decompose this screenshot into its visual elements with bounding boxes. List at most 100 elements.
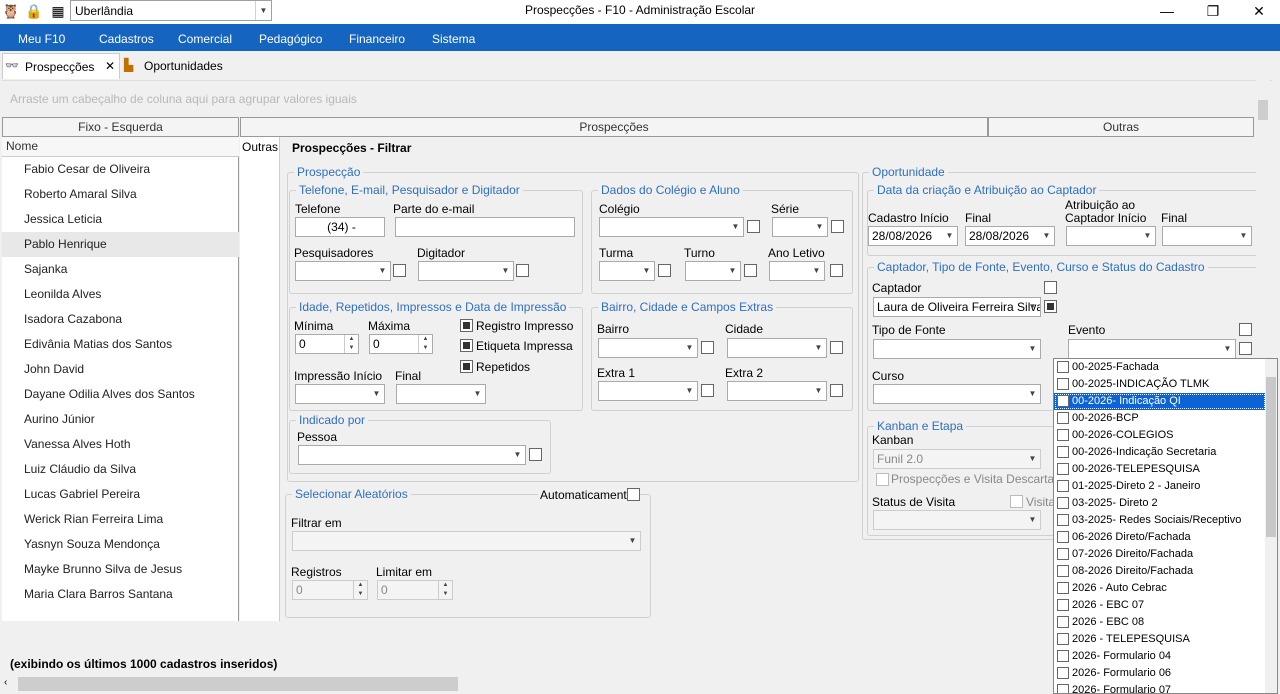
table-row[interactable]: Yasnyn Souza Mendonça bbox=[2, 532, 239, 557]
turno-checkbox[interactable] bbox=[744, 264, 757, 277]
menu-cadastros[interactable]: Cadastros bbox=[99, 32, 154, 46]
curso-select[interactable]: ▼ bbox=[873, 384, 1041, 404]
list-item-checkbox[interactable] bbox=[1057, 446, 1069, 458]
list-item-checkbox[interactable] bbox=[1057, 667, 1069, 679]
serie-checkbox[interactable] bbox=[831, 220, 844, 233]
extra2-select[interactable]: ▼ bbox=[727, 381, 827, 401]
list-item[interactable]: 2026 - Auto Cebrac bbox=[1054, 580, 1266, 597]
chevron-down-icon[interactable]: ▼ bbox=[1220, 340, 1235, 358]
list-item-checkbox[interactable] bbox=[1057, 531, 1069, 543]
tipo-fonte-select[interactable]: ▼ bbox=[873, 339, 1041, 359]
turno-select[interactable]: ▼ bbox=[685, 261, 741, 281]
spinner-arrows-icon[interactable]: ▲ ▼ bbox=[418, 335, 432, 353]
scroll-left-icon[interactable]: ‹ bbox=[4, 677, 7, 688]
list-item-checkbox[interactable] bbox=[1057, 599, 1069, 611]
list-item[interactable]: 00-2025-Fachada bbox=[1054, 359, 1266, 376]
list-item[interactable]: 2026- Formulario 07 bbox=[1054, 682, 1266, 693]
menu-meu-f10[interactable]: Meu F10 bbox=[18, 32, 65, 46]
evento-checkbox-top[interactable] bbox=[1239, 323, 1252, 336]
cadastro-final-date[interactable]: 28/08/2026 ▼ bbox=[965, 226, 1055, 246]
automaticamente-checkbox[interactable] bbox=[627, 488, 640, 501]
list-item-checkbox[interactable] bbox=[1057, 497, 1069, 509]
list-item[interactable]: 07-2026 Direito/Fachada bbox=[1054, 546, 1266, 563]
evento-checkbox[interactable] bbox=[1239, 342, 1252, 355]
scrollbar-thumb[interactable] bbox=[1258, 100, 1268, 120]
cidade-checkbox[interactable] bbox=[830, 341, 843, 354]
maximize-button[interactable]: ❐ bbox=[1190, 0, 1236, 24]
table-row[interactable]: Dayane Odilia Alves dos Santos bbox=[2, 382, 239, 407]
bairro-select[interactable]: ▼ bbox=[598, 338, 698, 358]
list-item-checkbox[interactable] bbox=[1057, 395, 1069, 407]
pessoa-checkbox[interactable] bbox=[529, 448, 542, 461]
list-item[interactable]: 03-2025- Direto 2 bbox=[1054, 495, 1266, 512]
chevron-down-icon[interactable]: ▼ bbox=[470, 385, 485, 403]
list-item-checkbox[interactable] bbox=[1057, 378, 1069, 390]
chevron-down-icon[interactable]: ▼ bbox=[728, 218, 743, 236]
list-item-checkbox[interactable] bbox=[1057, 429, 1069, 441]
list-item[interactable]: 00-2026-BCP bbox=[1054, 410, 1266, 427]
chevron-down-icon[interactable]: ▼ bbox=[942, 227, 957, 245]
outras-column[interactable]: Outras bbox=[240, 137, 280, 621]
chevron-down-icon[interactable]: ▼ bbox=[812, 218, 827, 236]
list-item-checkbox[interactable] bbox=[1057, 548, 1069, 560]
chevron-down-icon[interactable]: ▼ bbox=[1025, 511, 1040, 529]
captador-checkbox-top[interactable] bbox=[1044, 281, 1057, 294]
list-item-selected[interactable]: 00-2026- Indicação QI bbox=[1054, 393, 1266, 410]
list-item-checkbox[interactable] bbox=[1057, 480, 1069, 492]
table-row[interactable]: Leonilda Alves bbox=[2, 282, 239, 307]
colegio-select[interactable]: ▼ bbox=[599, 217, 744, 237]
chevron-down-icon[interactable]: ▼ bbox=[1025, 385, 1040, 403]
band-prospeccoes[interactable]: Prospecções bbox=[240, 117, 988, 137]
chevron-down-icon[interactable]: ▼ bbox=[682, 339, 697, 357]
list-item[interactable]: 00-2026-TELEPESQUISA bbox=[1054, 461, 1266, 478]
list-item[interactable]: 2026- Formulario 04 bbox=[1054, 648, 1266, 665]
minimize-button[interactable]: — bbox=[1144, 0, 1190, 24]
list-item-checkbox[interactable] bbox=[1057, 616, 1069, 628]
list-item-checkbox[interactable] bbox=[1057, 582, 1069, 594]
spinner-arrows-icon[interactable]: ▲ ▼ bbox=[438, 581, 452, 599]
table-row[interactable]: Aurino Júnior bbox=[2, 407, 239, 432]
list-item[interactable]: 00-2025-INDICAÇÃO TLMK bbox=[1054, 376, 1266, 393]
chevron-down-icon[interactable]: ▼ bbox=[1025, 340, 1040, 358]
group-by-panel[interactable]: Arraste um cabeçalho de coluna aqui para… bbox=[2, 80, 1272, 116]
atribuicao-inicio-date[interactable]: ▼ bbox=[1066, 226, 1156, 246]
cadastro-inicio-date[interactable]: 28/08/2026 ▼ bbox=[868, 226, 958, 246]
serie-select[interactable]: ▼ bbox=[772, 217, 828, 237]
chevron-down-icon[interactable]: ▼ bbox=[625, 532, 640, 550]
chevron-down-icon[interactable]: ▼ bbox=[1025, 298, 1040, 316]
tab-oportunidades[interactable]: ▙ Oportunidades bbox=[122, 53, 232, 79]
registros-spinner[interactable]: 0 ▲ ▼ bbox=[292, 580, 368, 600]
captador-checkbox[interactable] bbox=[1044, 300, 1057, 313]
spinner-arrows-icon[interactable]: ▲ ▼ bbox=[353, 581, 367, 599]
pessoa-select[interactable]: ▼ bbox=[298, 445, 526, 465]
dropdown-scrollbar[interactable] bbox=[1265, 359, 1277, 693]
chevron-down-icon[interactable]: ▼ bbox=[498, 262, 513, 280]
etiqueta-impressa-checkbox[interactable] bbox=[460, 339, 473, 352]
list-item[interactable]: 00-2026-COLEGIOS bbox=[1054, 427, 1266, 444]
table-row[interactable]: Lucas Gabriel Pereira bbox=[2, 482, 239, 507]
list-item[interactable]: 2026 - TELEPESQUISA bbox=[1054, 631, 1266, 648]
table-row[interactable]: Maria Clara Barros Santana bbox=[2, 582, 239, 607]
list-item-checkbox[interactable] bbox=[1057, 684, 1069, 693]
close-window-button[interactable]: ✕ bbox=[1236, 0, 1280, 24]
evento-select[interactable]: ▼ bbox=[1068, 339, 1236, 359]
captador-select[interactable]: Laura de Oliveira Ferreira Silva ▼ bbox=[873, 297, 1041, 317]
filtrar-em-select[interactable]: ▼ bbox=[292, 531, 641, 551]
spinner-arrows-icon[interactable]: ▲ ▼ bbox=[344, 335, 358, 353]
chevron-down-icon[interactable]: ▼ bbox=[811, 382, 826, 400]
column-header-nome[interactable]: Nome bbox=[2, 137, 239, 157]
list-item[interactable]: 2026 - EBC 08 bbox=[1054, 614, 1266, 631]
minima-spinner[interactable]: 0 ▲ ▼ bbox=[295, 334, 359, 354]
repetidos-checkbox[interactable] bbox=[460, 360, 473, 373]
table-row[interactable]: John David bbox=[2, 357, 239, 382]
table-row[interactable]: Jessica Leticia bbox=[2, 207, 239, 232]
chevron-down-icon[interactable]: ▼ bbox=[1236, 227, 1251, 245]
evento-dropdown-list[interactable]: 00-2025-Fachada 00-2025-INDICAÇÃO TLMK 0… bbox=[1053, 358, 1278, 694]
status-visita-select[interactable]: ▼ bbox=[873, 510, 1041, 530]
list-item-checkbox[interactable] bbox=[1057, 565, 1069, 577]
digitador-select[interactable]: ▼ bbox=[418, 261, 514, 281]
turma-select[interactable]: ▼ bbox=[599, 261, 655, 281]
list-item[interactable]: 08-2026 Direito/Fachada bbox=[1054, 563, 1266, 580]
visita-checkbox[interactable] bbox=[1010, 495, 1023, 508]
impressao-inicio-date[interactable]: ▼ bbox=[295, 384, 385, 404]
